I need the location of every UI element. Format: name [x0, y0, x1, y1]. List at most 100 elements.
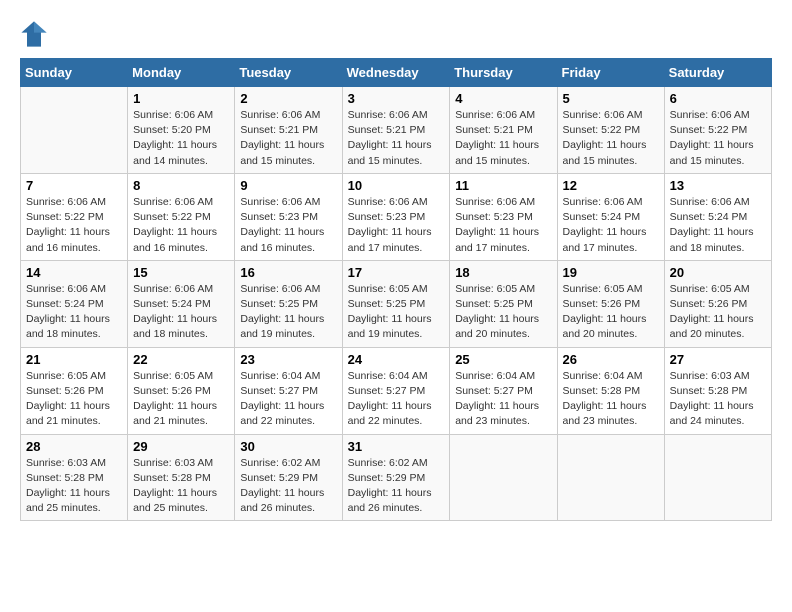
- day-info: Sunrise: 6:03 AMSunset: 5:28 PMDaylight:…: [670, 369, 766, 430]
- calendar-cell: 6 Sunrise: 6:06 AMSunset: 5:22 PMDaylight…: [664, 87, 771, 174]
- day-info: Sunrise: 6:03 AMSunset: 5:28 PMDaylight:…: [26, 456, 122, 517]
- week-row: 14Sunrise: 6:06 AMSunset: 5:24 PMDayligh…: [21, 260, 772, 347]
- day-number: 11: [455, 178, 551, 193]
- day-number: 29: [133, 439, 229, 454]
- header-day-tuesday: Tuesday: [235, 59, 342, 87]
- calendar-cell: 14Sunrise: 6:06 AMSunset: 5:24 PMDayligh…: [21, 260, 128, 347]
- day-info: Sunrise: 6:04 AMSunset: 5:28 PMDaylight:…: [563, 369, 659, 430]
- calendar-cell: 8 Sunrise: 6:06 AMSunset: 5:22 PMDaylight…: [128, 173, 235, 260]
- day-info: Sunrise: 6:05 AMSunset: 5:26 PMDaylight:…: [133, 369, 229, 430]
- calendar-cell: 19 Sunrise: 6:05 AMSunset: 5:26 PMDayligh…: [557, 260, 664, 347]
- calendar-cell: 27 Sunrise: 6:03 AMSunset: 5:28 PMDayligh…: [664, 347, 771, 434]
- day-info: Sunrise: 6:06 AMSunset: 5:23 PMDaylight:…: [348, 195, 445, 256]
- calendar-cell: 13 Sunrise: 6:06 AMSunset: 5:24 PMDayligh…: [664, 173, 771, 260]
- calendar-cell: 18 Sunrise: 6:05 AMSunset: 5:25 PMDayligh…: [450, 260, 557, 347]
- day-number: 3: [348, 91, 445, 106]
- week-row: 28 Sunrise: 6:03 AMSunset: 5:28 PMDayligh…: [21, 434, 772, 521]
- day-info: Sunrise: 6:06 AMSunset: 5:20 PMDaylight:…: [133, 108, 229, 169]
- day-info: Sunrise: 6:05 AMSunset: 5:26 PMDaylight:…: [670, 282, 766, 343]
- calendar-cell: 4Sunrise: 6:06 AMSunset: 5:21 PMDaylight…: [450, 87, 557, 174]
- day-number: 20: [670, 265, 766, 280]
- day-number: 28: [26, 439, 122, 454]
- day-info: Sunrise: 6:06 AMSunset: 5:21 PMDaylight:…: [455, 108, 551, 169]
- calendar-cell: 20 Sunrise: 6:05 AMSunset: 5:26 PMDayligh…: [664, 260, 771, 347]
- header-day-wednesday: Wednesday: [342, 59, 450, 87]
- day-info: Sunrise: 6:06 AMSunset: 5:22 PMDaylight:…: [26, 195, 122, 256]
- header-day-thursday: Thursday: [450, 59, 557, 87]
- day-number: 12: [563, 178, 659, 193]
- calendar-cell: 12Sunrise: 6:06 AMSunset: 5:24 PMDayligh…: [557, 173, 664, 260]
- day-info: Sunrise: 6:06 AMSunset: 5:23 PMDaylight:…: [455, 195, 551, 256]
- calendar-cell: [21, 87, 128, 174]
- calendar-body: 1 Sunrise: 6:06 AMSunset: 5:20 PMDaylight…: [21, 87, 772, 521]
- day-info: Sunrise: 6:04 AMSunset: 5:27 PMDaylight:…: [455, 369, 551, 430]
- header-row: SundayMondayTuesdayWednesdayThursdayFrid…: [21, 59, 772, 87]
- logo: [20, 20, 50, 48]
- calendar-cell: 30Sunrise: 6:02 AMSunset: 5:29 PMDayligh…: [235, 434, 342, 521]
- calendar-cell: 21Sunrise: 6:05 AMSunset: 5:26 PMDayligh…: [21, 347, 128, 434]
- day-info: Sunrise: 6:05 AMSunset: 5:26 PMDaylight:…: [26, 369, 122, 430]
- calendar-cell: 9Sunrise: 6:06 AMSunset: 5:23 PMDaylight…: [235, 173, 342, 260]
- calendar-cell: 10Sunrise: 6:06 AMSunset: 5:23 PMDayligh…: [342, 173, 450, 260]
- calendar-cell: 29Sunrise: 6:03 AMSunset: 5:28 PMDayligh…: [128, 434, 235, 521]
- calendar-cell: 11 Sunrise: 6:06 AMSunset: 5:23 PMDayligh…: [450, 173, 557, 260]
- day-info: Sunrise: 6:06 AMSunset: 5:24 PMDaylight:…: [133, 282, 229, 343]
- calendar-cell: [450, 434, 557, 521]
- calendar-cell: 2 Sunrise: 6:06 AMSunset: 5:21 PMDaylight…: [235, 87, 342, 174]
- calendar-cell: 22Sunrise: 6:05 AMSunset: 5:26 PMDayligh…: [128, 347, 235, 434]
- day-number: 1: [133, 91, 229, 106]
- page-header: [20, 20, 772, 48]
- calendar-cell: 23 Sunrise: 6:04 AMSunset: 5:27 PMDayligh…: [235, 347, 342, 434]
- calendar-cell: 1 Sunrise: 6:06 AMSunset: 5:20 PMDaylight…: [128, 87, 235, 174]
- day-number: 17: [348, 265, 445, 280]
- calendar-cell: 31 Sunrise: 6:02 AMSunset: 5:29 PMDayligh…: [342, 434, 450, 521]
- day-number: 24: [348, 352, 445, 367]
- day-number: 23: [240, 352, 336, 367]
- day-number: 16: [240, 265, 336, 280]
- calendar-cell: 7Sunrise: 6:06 AMSunset: 5:22 PMDaylight…: [21, 173, 128, 260]
- day-number: 2: [240, 91, 336, 106]
- week-row: 1 Sunrise: 6:06 AMSunset: 5:20 PMDaylight…: [21, 87, 772, 174]
- calendar-header: SundayMondayTuesdayWednesdayThursdayFrid…: [21, 59, 772, 87]
- day-number: 6: [670, 91, 766, 106]
- calendar-cell: 17Sunrise: 6:05 AMSunset: 5:25 PMDayligh…: [342, 260, 450, 347]
- day-number: 18: [455, 265, 551, 280]
- calendar-cell: 28 Sunrise: 6:03 AMSunset: 5:28 PMDayligh…: [21, 434, 128, 521]
- day-number: 5: [563, 91, 659, 106]
- logo-icon: [20, 20, 48, 48]
- calendar-cell: 15 Sunrise: 6:06 AMSunset: 5:24 PMDayligh…: [128, 260, 235, 347]
- day-info: Sunrise: 6:06 AMSunset: 5:21 PMDaylight:…: [240, 108, 336, 169]
- day-number: 8: [133, 178, 229, 193]
- day-info: Sunrise: 6:06 AMSunset: 5:21 PMDaylight:…: [348, 108, 445, 169]
- calendar-cell: 5 Sunrise: 6:06 AMSunset: 5:22 PMDaylight…: [557, 87, 664, 174]
- day-number: 13: [670, 178, 766, 193]
- calendar-cell: [557, 434, 664, 521]
- calendar-cell: 3 Sunrise: 6:06 AMSunset: 5:21 PMDaylight…: [342, 87, 450, 174]
- header-day-sunday: Sunday: [21, 59, 128, 87]
- header-day-monday: Monday: [128, 59, 235, 87]
- day-info: Sunrise: 6:06 AMSunset: 5:22 PMDaylight:…: [670, 108, 766, 169]
- day-info: Sunrise: 6:06 AMSunset: 5:22 PMDaylight:…: [563, 108, 659, 169]
- day-info: Sunrise: 6:06 AMSunset: 5:22 PMDaylight:…: [133, 195, 229, 256]
- day-info: Sunrise: 6:05 AMSunset: 5:26 PMDaylight:…: [563, 282, 659, 343]
- day-info: Sunrise: 6:04 AMSunset: 5:27 PMDaylight:…: [240, 369, 336, 430]
- day-number: 26: [563, 352, 659, 367]
- day-info: Sunrise: 6:06 AMSunset: 5:24 PMDaylight:…: [670, 195, 766, 256]
- day-info: Sunrise: 6:05 AMSunset: 5:25 PMDaylight:…: [455, 282, 551, 343]
- calendar-cell: 26 Sunrise: 6:04 AMSunset: 5:28 PMDayligh…: [557, 347, 664, 434]
- day-info: Sunrise: 6:02 AMSunset: 5:29 PMDaylight:…: [348, 456, 445, 517]
- day-number: 27: [670, 352, 766, 367]
- week-row: 7Sunrise: 6:06 AMSunset: 5:22 PMDaylight…: [21, 173, 772, 260]
- day-number: 15: [133, 265, 229, 280]
- calendar-cell: 24 Sunrise: 6:04 AMSunset: 5:27 PMDayligh…: [342, 347, 450, 434]
- day-number: 25: [455, 352, 551, 367]
- day-info: Sunrise: 6:04 AMSunset: 5:27 PMDaylight:…: [348, 369, 445, 430]
- day-info: Sunrise: 6:06 AMSunset: 5:24 PMDaylight:…: [26, 282, 122, 343]
- day-number: 19: [563, 265, 659, 280]
- day-info: Sunrise: 6:06 AMSunset: 5:25 PMDaylight:…: [240, 282, 336, 343]
- day-number: 9: [240, 178, 336, 193]
- calendar-cell: [664, 434, 771, 521]
- header-day-friday: Friday: [557, 59, 664, 87]
- day-number: 31: [348, 439, 445, 454]
- calendar-cell: 25 Sunrise: 6:04 AMSunset: 5:27 PMDayligh…: [450, 347, 557, 434]
